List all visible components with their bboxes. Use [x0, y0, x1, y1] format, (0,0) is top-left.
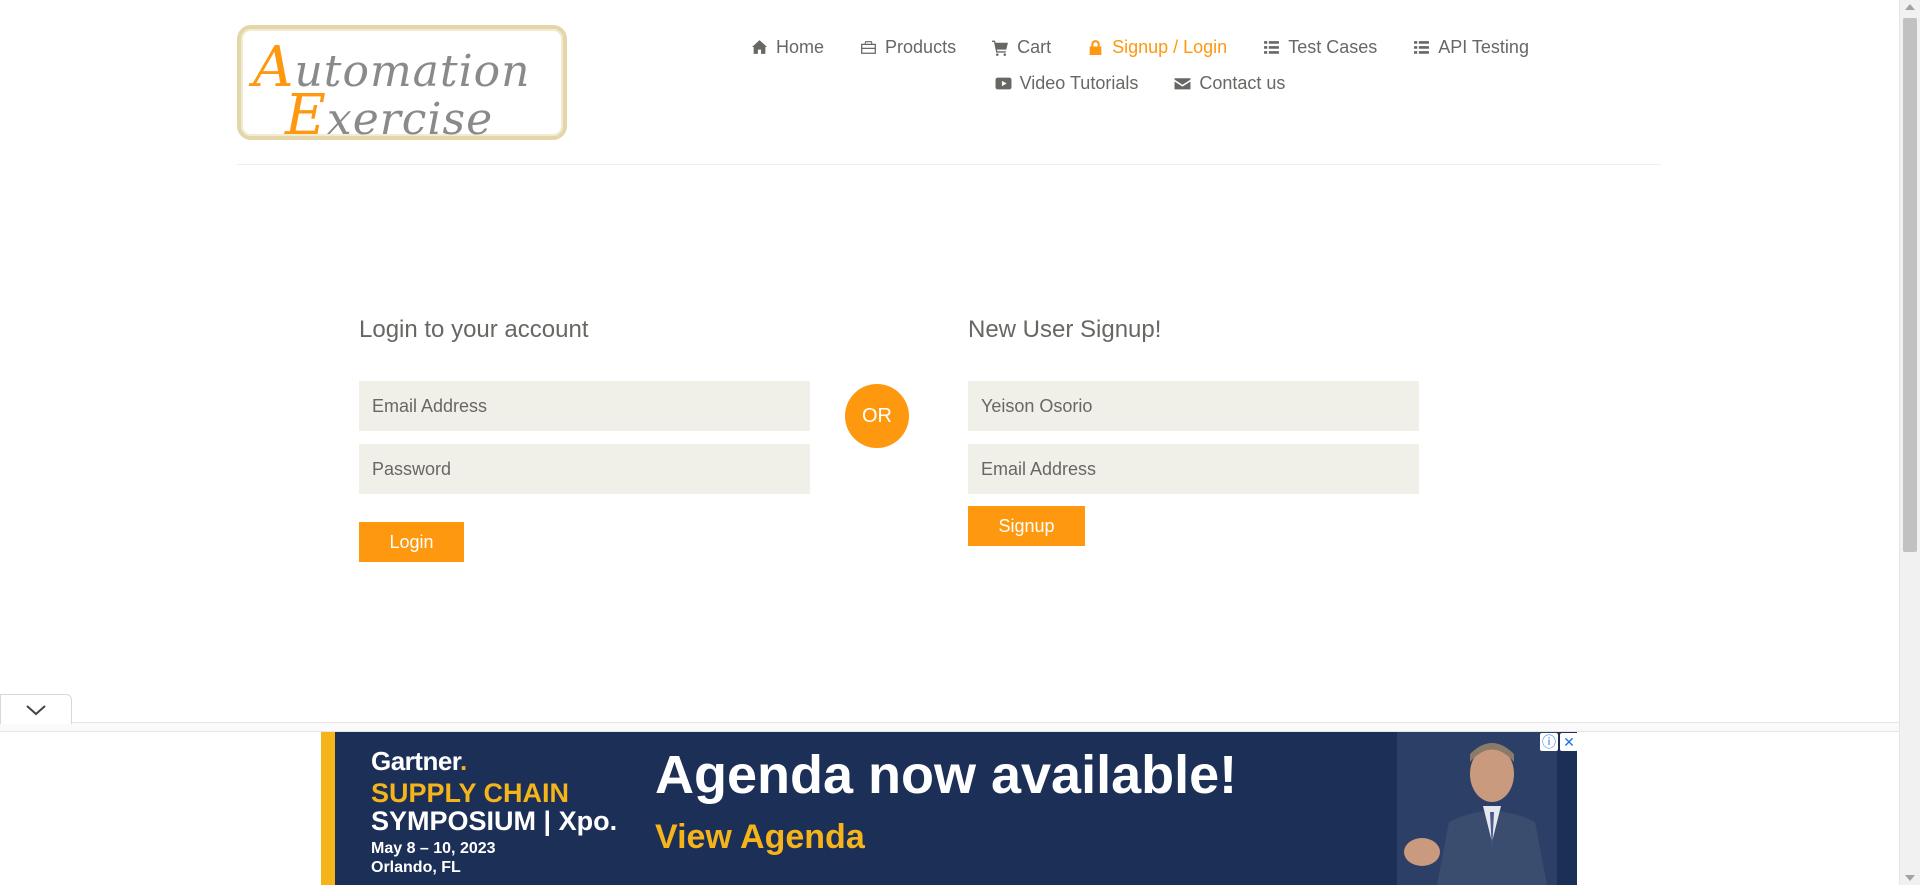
- briefcase-icon: [861, 40, 876, 54]
- chevron-down-icon: [26, 704, 46, 715]
- ad-view-agenda-link[interactable]: View Agenda: [655, 818, 865, 857]
- scroll-down-arrow-icon[interactable]: [1905, 875, 1915, 881]
- login-email-input[interactable]: [359, 381, 810, 431]
- nav-test-cases[interactable]: Test Cases: [1263, 36, 1377, 58]
- nav-video-tutorials-label: Video Tutorials: [1019, 72, 1139, 93]
- nav-video-tutorials[interactable]: Video Tutorials: [995, 72, 1139, 94]
- ad-info-icon[interactable]: ⓘ: [1540, 733, 1558, 751]
- nav-contact-us[interactable]: Contact us: [1174, 72, 1285, 94]
- list-icon: [1414, 40, 1430, 54]
- ad-close-icon[interactable]: ✕: [1560, 733, 1578, 751]
- nav-api-testing-label: API Testing: [1438, 36, 1529, 57]
- login-password-input[interactable]: [359, 444, 810, 494]
- scrollbar-thumb[interactable]: [1903, 18, 1917, 552]
- nav-contact-us-label: Contact us: [1199, 72, 1286, 93]
- signup-button[interactable]: Signup: [968, 506, 1085, 546]
- list-icon: [1264, 40, 1280, 54]
- login-title: Login to your account: [359, 316, 589, 343]
- ad-controls: ⓘ ✕: [1540, 733, 1578, 751]
- cart-icon: [992, 40, 1009, 56]
- nav-cart[interactable]: Cart: [992, 36, 1051, 58]
- envelope-icon: [1174, 77, 1191, 89]
- ad-collapse-toggle[interactable]: [0, 694, 72, 724]
- signup-email-input[interactable]: [968, 444, 1419, 494]
- ad-dates: May 8 – 10, 2023: [371, 840, 496, 857]
- ad-divider: [0, 722, 1899, 732]
- youtube-play-icon: [995, 77, 1012, 89]
- ad-event-line-2: SYMPOSIUM | Xpo.: [371, 806, 618, 836]
- nav-signup-login[interactable]: Signup / Login: [1087, 36, 1227, 58]
- home-icon: [752, 39, 767, 54]
- lock-icon: [1089, 39, 1102, 55]
- nav-api-testing[interactable]: API Testing: [1413, 36, 1529, 58]
- nav-cart-label: Cart: [1017, 36, 1052, 57]
- nav-products-label: Products: [885, 36, 957, 57]
- scroll-up-arrow-icon[interactable]: [1905, 4, 1915, 10]
- site-logo[interactable]: Automation Exercise: [237, 25, 567, 148]
- main-nav: Home Products Cart Signup / Login Test C…: [740, 36, 1540, 108]
- ad-headline: Agenda now available!: [655, 745, 1238, 805]
- page-scrollbar[interactable]: [1899, 0, 1920, 885]
- ad-event-line-1: SUPPLY CHAIN: [371, 778, 570, 808]
- header-divider: [237, 164, 1661, 165]
- nav-home[interactable]: Home: [751, 36, 824, 58]
- login-button[interactable]: Login: [359, 522, 464, 562]
- ad-speaker-photo: [1397, 732, 1557, 885]
- nav-signup-login-label: Signup / Login: [1112, 36, 1228, 57]
- nav-test-cases-label: Test Cases: [1288, 36, 1378, 57]
- signup-name-input[interactable]: [968, 381, 1419, 431]
- ad-brand: Gartner.: [371, 746, 467, 776]
- signup-title: New User Signup!: [968, 316, 1162, 343]
- nav-home-label: Home: [776, 36, 825, 57]
- ad-location: Orlando, FL: [371, 859, 461, 876]
- logo-line-2: Exercise: [285, 83, 494, 148]
- ad-banner[interactable]: Gartner. SUPPLY CHAIN SYMPOSIUM | Xpo. M…: [321, 732, 1577, 885]
- or-badge: OR: [845, 384, 909, 448]
- nav-products[interactable]: Products: [860, 36, 956, 58]
